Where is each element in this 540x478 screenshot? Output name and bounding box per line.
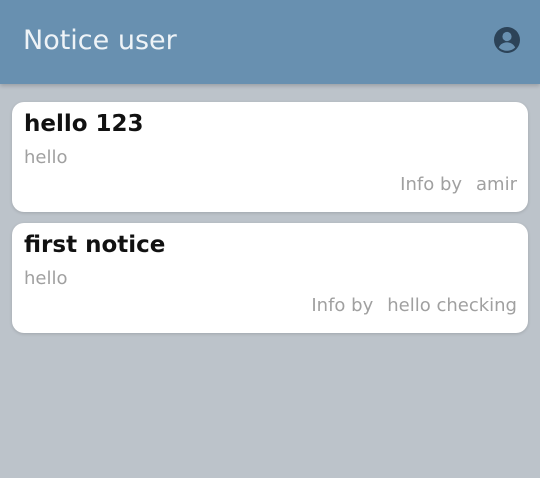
- account-circle-icon: [492, 25, 522, 55]
- notice-author: hello checking: [387, 295, 517, 316]
- notice-footer: Info by hello checking: [311, 294, 517, 318]
- app-title: Notice user: [23, 25, 177, 56]
- notice-footer: Info by amir: [400, 173, 517, 197]
- notice-body: hello: [24, 268, 68, 289]
- notice-body: hello: [24, 147, 68, 168]
- notice-author: amir: [476, 174, 517, 195]
- notice-title: first notice: [24, 232, 166, 258]
- app-bar: Notice user: [0, 0, 540, 84]
- info-by-label: Info by: [400, 174, 463, 195]
- notice-title: hello 123: [24, 111, 144, 137]
- account-button[interactable]: [492, 25, 522, 55]
- notice-card[interactable]: hello 123 hello Info by amir: [12, 102, 528, 212]
- info-by-label: Info by: [311, 295, 374, 316]
- notice-card[interactable]: first notice hello Info by hello checking: [12, 223, 528, 333]
